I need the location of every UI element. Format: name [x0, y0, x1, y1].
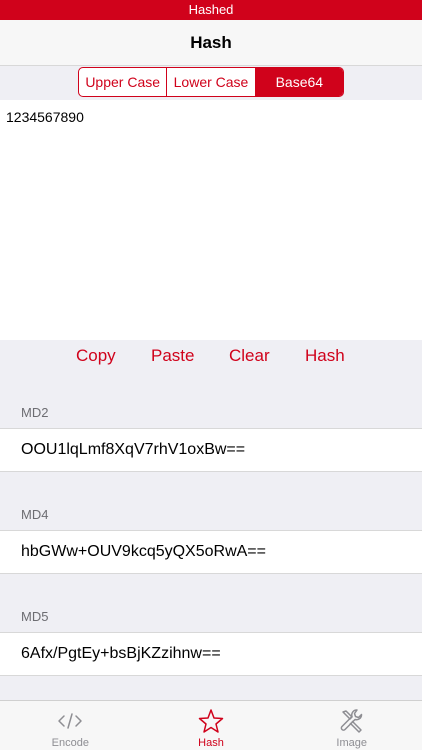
- tab-image[interactable]: Image: [281, 701, 422, 750]
- copy-button[interactable]: Copy: [76, 346, 116, 366]
- hash-result-md5[interactable]: 6Afx/PgtEy+bsBjKZzihnw==: [0, 632, 422, 676]
- clear-button[interactable]: Clear: [229, 346, 270, 366]
- action-bar: Copy Paste Clear Hash: [0, 340, 422, 374]
- status-bar-title: Hashed: [188, 2, 234, 17]
- paste-button[interactable]: Paste: [151, 346, 194, 366]
- wrench-icon: [340, 709, 362, 733]
- hash-button[interactable]: Hash: [305, 346, 345, 366]
- section-header-md5: MD5: [21, 609, 49, 624]
- tab-image-label: Image: [336, 737, 367, 749]
- tab-encode[interactable]: Encode: [0, 701, 141, 750]
- code-icon: [58, 713, 83, 729]
- hash-result-md4[interactable]: hbGWw+OUV9kcq5yQX5oRwA==: [0, 530, 422, 574]
- tab-encode-label: Encode: [51, 737, 89, 749]
- segment-lower-case[interactable]: Lower Case: [167, 68, 256, 96]
- segment-upper-case[interactable]: Upper Case: [79, 68, 168, 96]
- navigation-bar: Hash: [0, 20, 422, 66]
- tab-bar: Encode Hash Image: [0, 700, 422, 750]
- page-title: Hash: [190, 33, 232, 52]
- output-format-segmented-control: Upper Case Lower Case Base64: [78, 67, 344, 97]
- hash-result-md2[interactable]: OOU1lqLmf8XqV7rhV1oxBw==: [0, 428, 422, 472]
- hash-input-text: 1234567890: [6, 109, 84, 125]
- tab-hash[interactable]: Hash: [141, 701, 282, 750]
- status-bar: Hashed: [0, 0, 422, 20]
- section-header-md2: MD2: [21, 405, 49, 420]
- hash-input-textarea[interactable]: 1234567890: [0, 100, 422, 340]
- star-icon: [198, 709, 224, 733]
- tab-hash-label: Hash: [198, 737, 224, 749]
- section-header-md4: MD4: [21, 507, 49, 522]
- segment-base64[interactable]: Base64: [255, 68, 343, 96]
